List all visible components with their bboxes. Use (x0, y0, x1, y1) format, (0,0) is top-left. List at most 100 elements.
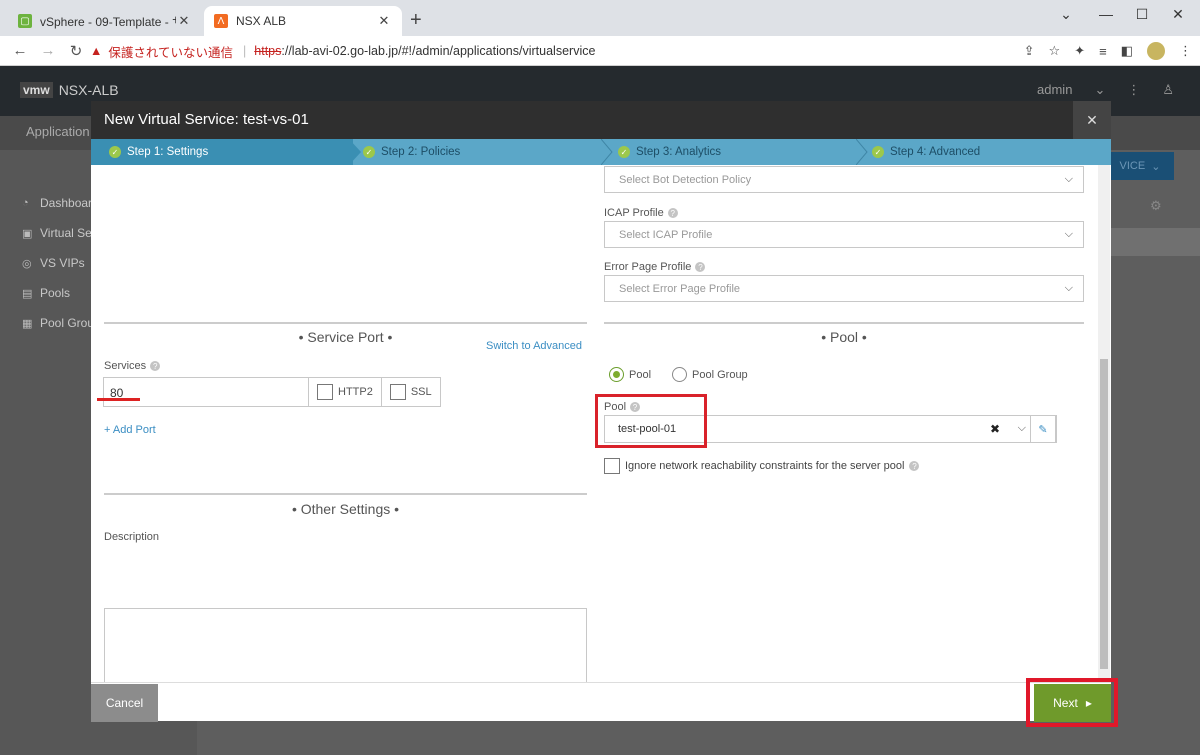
other-settings-title: • Other Settings • (291, 501, 400, 517)
sidebar-item-virtual-services[interactable]: ▣ Virtual Se (22, 226, 92, 240)
cancel-button[interactable]: Cancel (91, 684, 158, 722)
new-virtual-service-modal: New Virtual Service: test-vs-01 ✕ ✓ Step… (91, 101, 1111, 722)
checkbox-label: SSL (410, 386, 432, 398)
wizard-steps: ✓ Step 1: Settings ✓ Step 2: Policies ✓ … (91, 139, 1111, 165)
product-name: NSX-ALB (58, 82, 119, 98)
user-menu[interactable]: admin ⌄ ⋮ ♙ (1037, 82, 1174, 98)
modal-title: New Virtual Service: test-vs-01 (104, 111, 309, 128)
annotation-highlight-box (1026, 678, 1118, 727)
checkbox-label: HTTP2 (338, 386, 373, 398)
browser-tab-bar: ▢ vSphere - 09-Template - サマリ ✕ Λ NSX AL… (0, 0, 1200, 36)
vmw-logo: vmw (20, 82, 53, 98)
tab-title: NSX ALB (236, 14, 287, 28)
sidebar-item-pool-groups[interactable]: ▦ Pool Grou (22, 316, 94, 330)
bot-detection-select[interactable]: Select Bot Detection Policy ⌵ (604, 166, 1084, 193)
virtual-service-icon: ▣ (22, 227, 33, 240)
checkbox-box (389, 384, 406, 400)
forward-icon[interactable]: → (34, 42, 62, 59)
checkbox-box (317, 384, 333, 400)
help-icon[interactable]: ? (667, 208, 678, 218)
scrollbar[interactable] (1098, 165, 1110, 682)
help-icon[interactable]: ? (909, 461, 920, 471)
subnav-applications[interactable]: Application (26, 124, 90, 139)
dashboard-icon: ◔ (22, 197, 29, 209)
browser-tab-nsx-alb[interactable]: Λ NSX ALB ✕ (204, 6, 402, 36)
description-textarea[interactable]: ◢ (104, 608, 587, 682)
browser-tab-vsphere[interactable]: ▢ vSphere - 09-Template - サマリ ✕ (8, 6, 202, 36)
sidebar-item-label: Dashboard (40, 196, 99, 210)
http2-checkbox[interactable]: HTTP2 (308, 377, 381, 407)
bookmark-star-icon[interactable]: ☆ (1049, 43, 1061, 59)
address-bar: ← → ↻ ▲ 保護されていない通信 | https ://lab-avi-02… (0, 36, 1200, 66)
back-icon[interactable]: ← (6, 42, 34, 59)
close-tab-icon[interactable]: ✕ (176, 13, 192, 29)
section-divider (604, 322, 1084, 324)
error-page-select[interactable]: Select Error Page Profile ⌵ (604, 275, 1084, 302)
clear-icon[interactable]: ✖ (990, 422, 1000, 436)
url-separator: | (243, 44, 247, 58)
menu-kebab-icon[interactable]: ⋮ (1179, 43, 1192, 59)
url-rest: ://lab-avi-02.go-lab.jp/#!/admin/applica… (281, 44, 596, 58)
select-placeholder: Select Bot Detection Policy (619, 173, 752, 186)
sidebar-item-vs-vips[interactable]: ◎ VS VIPs (22, 256, 85, 270)
profile-avatar[interactable] (1147, 42, 1165, 60)
step-analytics[interactable]: ✓ Step 3: Analytics (618, 139, 721, 165)
checkbox-label: Ignore network reachability constraints … (625, 460, 905, 472)
icap-profile-label: ICAP Profile? (604, 207, 678, 219)
section-divider (104, 493, 587, 495)
sidebar-item-dashboard[interactable]: ◔ Dashboard (22, 196, 99, 210)
chevron-down-icon[interactable]: ⌄ (1046, 6, 1086, 23)
chevron-down-icon[interactable]: ⌵ (1018, 422, 1026, 435)
chevron-down-icon: ⌄ (1094, 82, 1106, 97)
minimize-icon[interactable]: — (1086, 6, 1126, 22)
check-icon: ✓ (618, 146, 630, 158)
kebab-icon: ⋮ (1127, 82, 1141, 97)
label-text: ICAP Profile (604, 207, 664, 219)
extensions-icon[interactable]: ✦ (1074, 43, 1085, 59)
share-icon[interactable]: ⇪ (1024, 43, 1035, 59)
create-virtual-service-button[interactable]: VICE ⌄ (1106, 152, 1174, 180)
step-divider (601, 139, 613, 165)
new-tab-icon[interactable]: + (410, 10, 422, 30)
section-divider (104, 322, 587, 324)
switch-to-advanced-link[interactable]: Switch to Advanced (486, 340, 582, 352)
sidebar-item-label: VS VIPs (40, 256, 85, 270)
close-icon[interactable]: ✕ (1073, 101, 1111, 139)
step-label: Step 3: Analytics (636, 146, 722, 158)
step-advanced[interactable]: ✓ Step 4: Advanced (872, 139, 980, 165)
step-policies[interactable]: ✓ Step 2: Policies (363, 139, 460, 165)
icap-profile-select[interactable]: Select ICAP Profile ⌵ (604, 221, 1084, 248)
sidebar-item-label: Virtual Se (40, 226, 92, 240)
add-port-link[interactable]: + Add Port (104, 424, 156, 436)
tab-title: vSphere - 09-Template - サマリ (40, 14, 176, 29)
sidebar-item-label: Pool Grou (40, 316, 95, 330)
window-close-icon[interactable]: ✕ (1158, 6, 1198, 23)
step-settings[interactable]: ✓ Step 1: Settings (91, 139, 353, 165)
reload-icon[interactable]: ↻ (62, 42, 90, 60)
ssl-checkbox[interactable]: SSL (380, 377, 441, 407)
modal-header: New Virtual Service: test-vs-01 ✕ (91, 101, 1111, 139)
side-panel-icon[interactable]: ◧ (1121, 43, 1133, 59)
edit-pencil-icon[interactable]: ✎ (1030, 415, 1056, 443)
gear-icon[interactable]: ⚙ (1150, 198, 1162, 214)
label-text: Error Page Profile (604, 261, 692, 273)
button-label: VICE (1119, 160, 1146, 172)
url-field[interactable]: ▲ 保護されていない通信 | https ://lab-avi-02.go-la… (90, 39, 1060, 63)
scrollbar-thumb[interactable] (1100, 359, 1108, 669)
close-tab-icon[interactable]: ✕ (376, 13, 392, 29)
radio-pool-group[interactable] (672, 367, 688, 382)
warning-icon: ▲ (90, 44, 103, 58)
chevron-down-icon: ⌵ (1064, 173, 1073, 185)
radio-pool[interactable] (609, 367, 624, 382)
maximize-icon[interactable]: ☐ (1122, 6, 1162, 23)
ignore-reachability-checkbox[interactable]: Ignore network reachability constraints … (604, 458, 920, 474)
help-icon[interactable]: ? (150, 361, 161, 371)
reading-list-icon[interactable]: ≡ (1099, 44, 1107, 59)
services-port-input[interactable]: 80 (103, 377, 308, 407)
annotation-highlight-box (595, 394, 707, 448)
step-divider (349, 139, 361, 165)
sidebar-item-pools[interactable]: ▤ Pools (22, 286, 70, 300)
help-icon[interactable]: ? (695, 262, 706, 272)
step-label: Step 1: Settings (127, 146, 209, 158)
check-icon: ✓ (872, 146, 884, 158)
